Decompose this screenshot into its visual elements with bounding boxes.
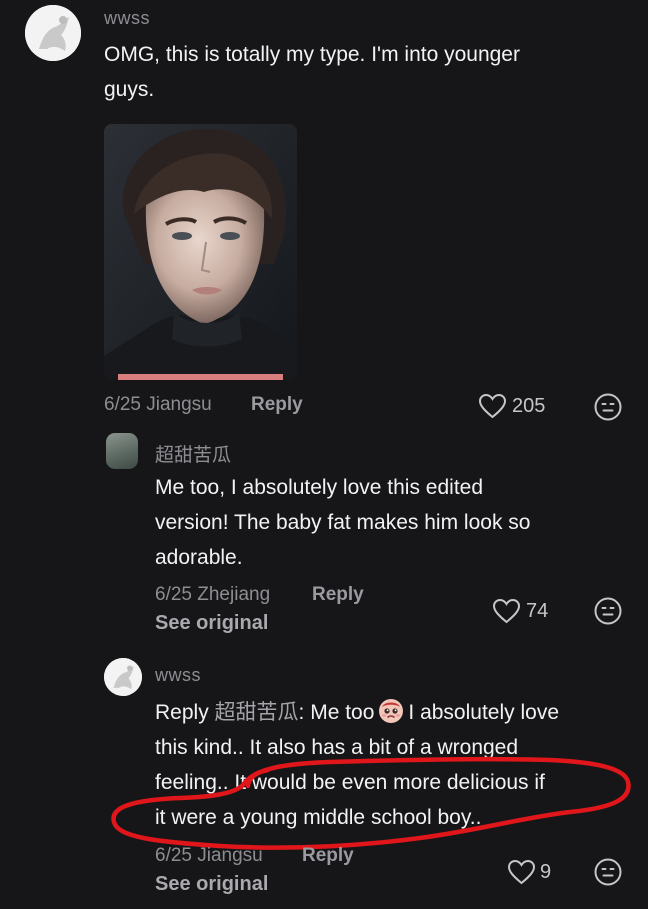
comment-text-line: Reply 超甜苦瓜: Me too I absolutely love xyxy=(155,695,625,730)
reply-button[interactable]: Reply xyxy=(302,845,354,867)
comment-text-fragment: : Me too xyxy=(298,701,375,724)
pleading-face-emoji xyxy=(379,699,404,723)
neutral-face-icon[interactable] xyxy=(594,597,622,625)
see-original-button[interactable]: See original xyxy=(155,873,268,896)
avatar[interactable] xyxy=(104,658,142,696)
comment-username[interactable]: 超甜苦瓜 xyxy=(155,440,231,467)
annotation-circle xyxy=(111,756,631,850)
like-button[interactable]: 74 xyxy=(492,597,556,625)
comment-date-location: 6/25 Jiangsu xyxy=(155,845,263,866)
heart-outline-icon xyxy=(507,859,536,885)
comment-text-line: OMG, this is totally my type. I'm into y… xyxy=(104,43,520,66)
comment-text: Me too, I absolutely love this edited ve… xyxy=(155,470,625,575)
like-count: 74 xyxy=(526,600,549,622)
avatar[interactable] xyxy=(25,5,81,61)
comment-username[interactable]: wwss xyxy=(155,665,201,686)
comment-text-line: Me too, I absolutely love this edited xyxy=(155,476,484,499)
comment-text-line: version! The baby fat makes him look so xyxy=(155,511,531,534)
comment-image[interactable] xyxy=(104,124,297,380)
avatar[interactable] xyxy=(106,433,138,469)
comment-text-fragment: I absolutely love xyxy=(408,701,559,724)
comment-date-location: 6/25 Zhejiang xyxy=(155,584,271,605)
comment-username[interactable]: wwss xyxy=(104,8,150,29)
reply-prefix: Reply xyxy=(155,701,215,724)
comment-text: OMG, this is totally my type. I'm into y… xyxy=(104,37,624,107)
reply-button[interactable]: Reply xyxy=(251,394,303,416)
like-button[interactable]: 9 xyxy=(507,858,557,886)
comment-date-location: 6/25 Jiangsu xyxy=(104,394,212,415)
like-count: 9 xyxy=(540,861,552,883)
neutral-face-icon[interactable] xyxy=(594,858,622,886)
heart-outline-icon xyxy=(478,393,507,419)
heart-outline-icon xyxy=(492,598,521,624)
reply-mention[interactable]: 超甜苦瓜 xyxy=(215,701,299,724)
comment-text-line: guys. xyxy=(104,78,155,101)
neutral-face-icon[interactable] xyxy=(594,393,622,421)
reply-button[interactable]: Reply xyxy=(312,584,364,606)
comment-text-line: adorable. xyxy=(155,546,243,569)
like-count: 205 xyxy=(512,395,546,417)
see-original-button[interactable]: See original xyxy=(155,612,268,635)
like-button[interactable]: 205 xyxy=(478,392,558,420)
